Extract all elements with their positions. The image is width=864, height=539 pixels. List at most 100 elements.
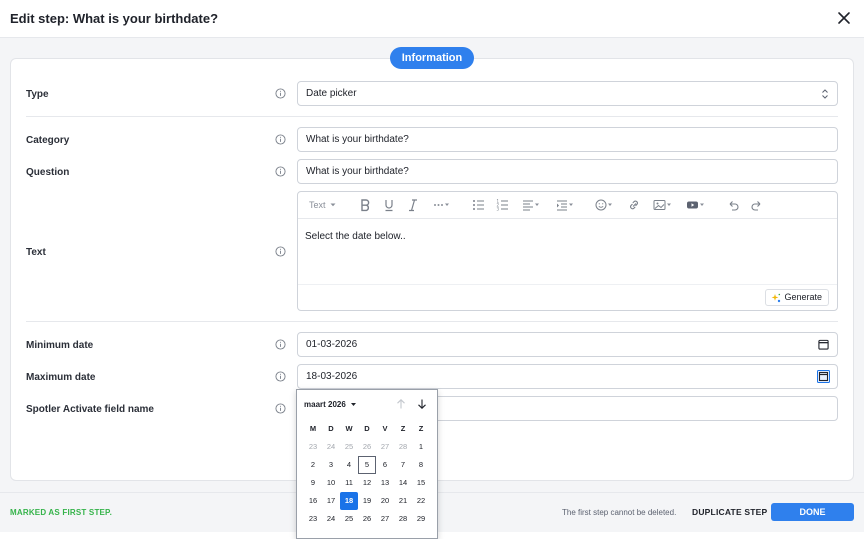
calendar-day-today[interactable]: 5 <box>358 456 376 474</box>
calendar-day[interactable]: 28 <box>394 510 412 528</box>
italic-icon[interactable] <box>407 198 419 212</box>
weekday-label: D <box>328 424 334 433</box>
generate-button[interactable]: Generate <box>765 289 829 306</box>
calendar-day[interactable]: 12 <box>358 474 376 492</box>
caret-down-icon <box>351 403 357 406</box>
info-icon[interactable] <box>275 371 286 382</box>
calendar-icon[interactable] <box>818 339 829 350</box>
calendar-day[interactable]: 13 <box>376 474 394 492</box>
sparkle-icon <box>772 293 781 303</box>
emoji-icon[interactable] <box>595 198 613 212</box>
type-select-value: Date picker <box>306 88 357 99</box>
calendar-day[interactable]: 17 <box>322 492 340 510</box>
calendar-day[interactable]: 24 <box>322 510 340 528</box>
info-icon[interactable] <box>275 166 286 177</box>
calendar-day[interactable]: 14 <box>394 474 412 492</box>
calendar-day[interactable]: 23 <box>304 510 322 528</box>
next-month-icon[interactable] <box>416 398 428 410</box>
info-icon[interactable] <box>275 134 286 145</box>
max-date-input[interactable]: 18-03-2026 <box>297 364 838 389</box>
bold-icon[interactable] <box>359 198 371 212</box>
done-button[interactable]: DONE <box>771 503 854 521</box>
image-icon[interactable] <box>653 198 673 212</box>
info-icon[interactable] <box>275 339 286 350</box>
info-icon[interactable] <box>275 403 286 414</box>
calendar-day[interactable]: 6 <box>376 456 394 474</box>
info-icon[interactable] <box>275 88 286 99</box>
calendar-day[interactable]: 19 <box>358 492 376 510</box>
max-date-value: 18-03-2026 <box>306 371 358 382</box>
month-selector[interactable]: maart 2026 <box>304 400 357 409</box>
video-icon[interactable] <box>686 198 706 212</box>
calendar-day[interactable]: 27 <box>376 510 394 528</box>
generate-label: Generate <box>784 292 822 302</box>
calendar-day[interactable]: 10 <box>322 474 340 492</box>
calendar-day[interactable]: 25 <box>340 510 358 528</box>
calendar-day[interactable]: 7 <box>394 456 412 474</box>
svg-text:3: 3 <box>497 207 500 212</box>
calendar-icon[interactable] <box>817 370 830 383</box>
weekday-label: Z <box>400 424 406 433</box>
calendar-day[interactable]: 11 <box>340 474 358 492</box>
indent-icon[interactable] <box>556 198 574 212</box>
calendar-week-row: 9 10 11 12 13 14 15 <box>304 474 430 492</box>
info-icon[interactable] <box>275 246 286 257</box>
weekday-label: W <box>345 424 353 433</box>
type-label: Type <box>26 89 49 100</box>
category-input[interactable]: What is your birthdate? <box>297 127 838 152</box>
duplicate-step-button[interactable]: DUPLICATE STEP <box>692 507 767 517</box>
calendar-day[interactable]: 8 <box>412 456 430 474</box>
editor-content[interactable]: Select the date below.. <box>305 231 406 242</box>
text-label: Text <box>26 247 46 258</box>
calendar-day[interactable]: 4 <box>340 456 358 474</box>
calendar-day[interactable]: 22 <box>412 492 430 510</box>
spotler-label: Spotler Activate field name <box>26 404 154 415</box>
numbered-list-icon[interactable]: 123 <box>496 198 509 212</box>
previous-month-icon[interactable] <box>395 398 407 410</box>
calendar-day[interactable]: 25 <box>340 438 358 456</box>
first-step-note: The first step cannot be deleted. <box>562 508 677 517</box>
calendar-day[interactable]: 16 <box>304 492 322 510</box>
editor-footer-divider <box>298 284 837 285</box>
tab-information[interactable]: Information <box>390 47 474 69</box>
weekday-label: V <box>382 424 388 433</box>
calendar-day-selected[interactable]: 18 <box>340 492 358 510</box>
align-icon[interactable] <box>522 198 540 212</box>
bullet-list-icon[interactable] <box>472 198 485 212</box>
calendar-day[interactable]: 29 <box>412 510 430 528</box>
calendar-day[interactable]: 24 <box>322 438 340 456</box>
calendar-day[interactable]: 27 <box>376 438 394 456</box>
select-chevron-icon <box>822 89 828 99</box>
calendar-day[interactable]: 26 <box>358 438 376 456</box>
first-step-status: MARKED AS FIRST STEP. <box>10 508 112 517</box>
underline-icon[interactable] <box>383 198 395 212</box>
link-icon[interactable] <box>628 198 640 212</box>
min-date-input[interactable]: 01-03-2026 <box>297 332 838 357</box>
calendar-day[interactable]: 20 <box>376 492 394 510</box>
edit-step-modal: Edit step: What is your birthdate? Infor… <box>0 0 864 539</box>
text-style-dropdown[interactable]: Text <box>309 198 337 212</box>
calendar-day[interactable]: 28 <box>394 438 412 456</box>
calendar-day[interactable]: 23 <box>304 438 322 456</box>
calendar-day[interactable]: 3 <box>322 456 340 474</box>
close-icon[interactable] <box>836 10 852 26</box>
redo-icon[interactable] <box>751 198 763 212</box>
modal-title: Edit step: What is your birthdate? <box>10 11 219 26</box>
rich-text-editor: Text 123 Select the date below.. Generat… <box>297 191 838 311</box>
calendar-day[interactable]: 21 <box>394 492 412 510</box>
weekday-header-row: MDWDVZZ <box>304 420 430 438</box>
category-label: Category <box>26 135 70 146</box>
more-formatting-icon[interactable] <box>433 198 451 212</box>
calendar-day[interactable]: 2 <box>304 456 322 474</box>
max-date-label: Maximum date <box>26 372 96 383</box>
undo-icon[interactable] <box>727 198 739 212</box>
calendar-week-row: 2345678 <box>304 456 430 474</box>
calendar-day[interactable]: 1 <box>412 438 430 456</box>
calendar-day[interactable]: 9 <box>304 474 322 492</box>
type-select[interactable]: Date picker <box>297 81 838 106</box>
calendar-day[interactable]: 26 <box>358 510 376 528</box>
month-label: maart 2026 <box>304 400 346 409</box>
calendar-day[interactable]: 15 <box>412 474 430 492</box>
min-date-value: 01-03-2026 <box>306 339 358 350</box>
question-input[interactable]: What is your birthdate? <box>297 159 838 184</box>
